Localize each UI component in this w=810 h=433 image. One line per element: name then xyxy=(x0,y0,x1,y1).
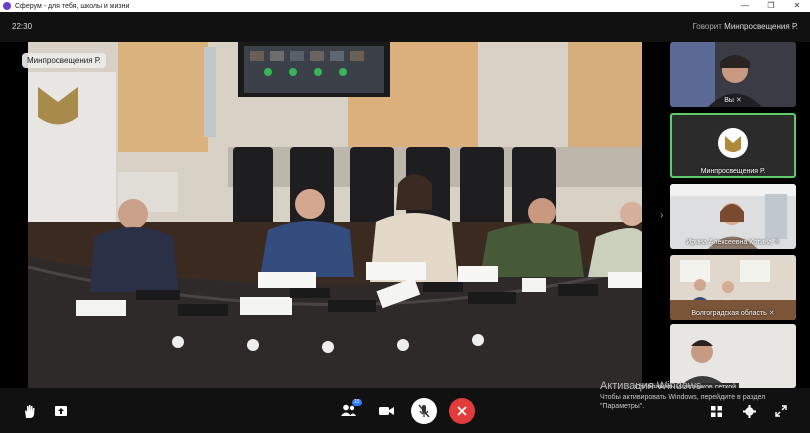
call-clock: 22:30 xyxy=(12,22,33,31)
window-titlebar: Сферум - для тебя, школы и жизни — ❐ ✕ xyxy=(0,0,810,12)
microphone-toggle-button[interactable] xyxy=(411,398,437,424)
activation-line-2: "Параметры". xyxy=(600,403,645,410)
activation-heading: Активация Windows xyxy=(600,380,702,392)
activation-line-1: Чтобы активировать Windows, перейдите в … xyxy=(600,394,766,401)
grid-view-button[interactable] xyxy=(710,405,722,417)
speaking-indicator: Говорит Минпросвещения Р. xyxy=(693,22,799,31)
mic-muted-icon: ✕ xyxy=(768,310,775,317)
app-logo-icon xyxy=(3,2,11,10)
close-window-button[interactable]: ✕ xyxy=(784,0,810,12)
fullscreen-icon xyxy=(775,405,787,417)
tile-self[interactable]: Вы ✕ xyxy=(670,42,796,107)
speaking-name: Минпросвещения Р. xyxy=(724,22,798,31)
participant-5-video xyxy=(670,324,796,388)
end-call-button[interactable] xyxy=(449,398,475,424)
tile-minprosvescheniya[interactable]: Минпросвещения Р. xyxy=(670,113,796,178)
mic-muted-icon: ✕ xyxy=(735,97,742,104)
mic-muted-icon: ✕ xyxy=(773,239,780,246)
participants-count-badge: 15 xyxy=(352,399,362,406)
camera-icon xyxy=(378,407,394,415)
tile-participant-5[interactable] xyxy=(670,324,796,388)
tile-label: Минпросвещения Р. xyxy=(700,168,766,175)
main-participant-name: Минпросвещения Р. xyxy=(22,53,106,68)
minimize-button[interactable]: — xyxy=(732,0,758,12)
maximize-button[interactable]: ❐ xyxy=(758,0,784,12)
tile-volgograd[interactable]: Волгоградская область ✕ xyxy=(670,255,796,320)
raise-hand-icon xyxy=(25,404,35,418)
tile-kotina[interactable]: Ирина Алексеевна Котина ✕ xyxy=(670,184,796,249)
raise-hand-button[interactable] xyxy=(22,404,36,418)
fullscreen-button[interactable] xyxy=(774,404,788,418)
windows-activation-watermark: Активация Windows Чтобы активировать Win… xyxy=(600,380,765,411)
tile-label: Волгоградская область ✕ xyxy=(691,310,775,317)
settings-button[interactable] xyxy=(742,404,756,418)
call-topbar: 22:30 Говорит Минпросвещения Р. xyxy=(0,12,810,42)
camera-button[interactable] xyxy=(378,405,394,417)
speaking-label: Говорит xyxy=(692,22,722,31)
microphone-muted-icon xyxy=(418,404,430,418)
tile-label: Вы ✕ xyxy=(724,97,742,104)
tile-label: Ирина Алексеевна Котина ✕ xyxy=(686,239,780,246)
window-title: Сферум - для тебя, школы и жизни xyxy=(15,2,130,10)
grid-view-icon xyxy=(710,405,722,417)
conference-room-scene xyxy=(28,42,642,388)
share-screen-icon xyxy=(55,406,67,416)
gear-icon xyxy=(742,404,756,418)
main-video[interactable] xyxy=(28,42,642,388)
share-screen-button[interactable] xyxy=(54,404,68,418)
collapse-sidebar-chevron-icon[interactable]: › xyxy=(660,210,663,221)
end-call-icon xyxy=(457,406,467,416)
participants-icon xyxy=(340,404,356,416)
